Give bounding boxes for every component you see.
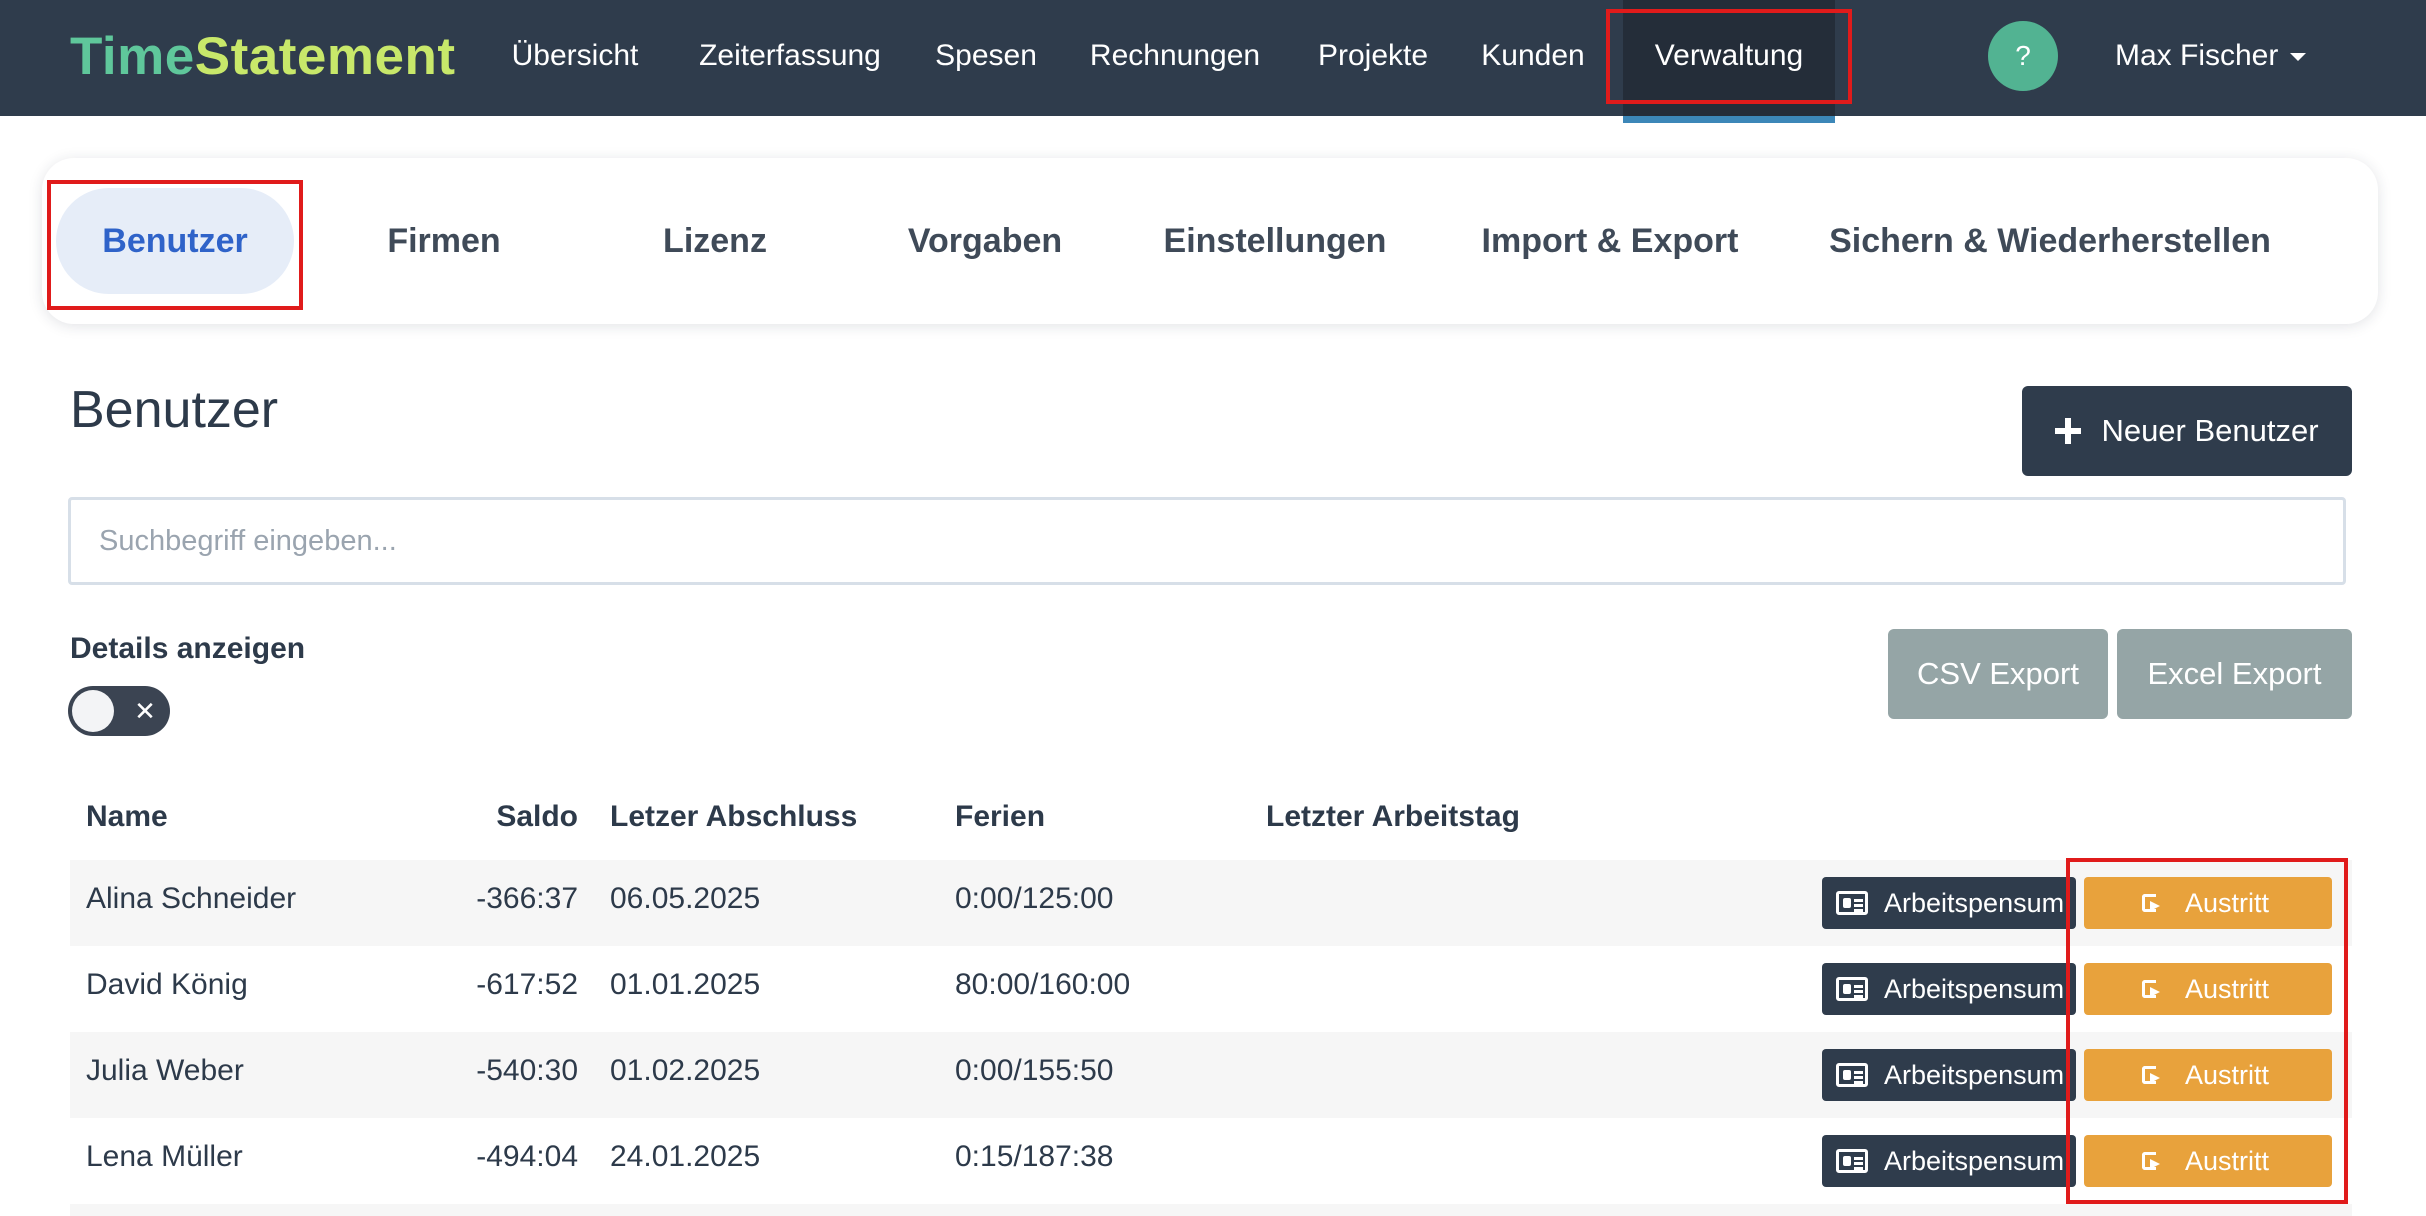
tab-import-export[interactable]: Import & Export: [1460, 188, 1760, 294]
tab-einstellungen[interactable]: Einstellungen: [1150, 188, 1400, 294]
cell-ferien: 0:00/125:00: [955, 882, 1114, 915]
cell-name: Julia Weber: [86, 1054, 244, 1087]
arbeitspensum-label: Arbeitspensum: [1884, 974, 2065, 1004]
top-navbar: TimeStatement Übersicht Zeiterfassung Sp…: [0, 0, 2426, 116]
highlight-box-verwaltung: [1606, 9, 1852, 104]
table-row: Lena Müller -494:04 24.01.2025 0:15/187:…: [70, 1118, 2352, 1204]
arbeitspensum-label: Arbeitspensum: [1884, 1060, 2065, 1090]
column-header-saldo: Saldo: [496, 800, 578, 833]
search-input[interactable]: [68, 497, 2346, 585]
new-user-button[interactable]: Neuer Benutzer: [2022, 386, 2352, 476]
logo-part-statement: Statement: [194, 27, 456, 86]
cell-ferien: 0:15/187:38: [955, 1140, 1114, 1173]
cell-abschluss: 24.01.2025: [610, 1140, 761, 1173]
close-icon: ✕: [134, 696, 156, 726]
excel-export-button[interactable]: Excel Export: [2117, 629, 2352, 719]
column-header-abschluss: Letzer Abschluss: [610, 800, 858, 833]
caret-down-icon: [2290, 53, 2307, 62]
new-user-label: Neuer Benutzer: [2101, 413, 2319, 448]
id-card-icon: [1836, 1063, 1868, 1087]
cell-saldo: -494:04: [476, 1140, 578, 1173]
id-card-icon: [1836, 977, 1868, 1001]
arbeitspensum-label: Arbeitspensum: [1884, 888, 2065, 918]
toggle-knob: [72, 690, 114, 732]
arbeitspensum-button[interactable]: Arbeitspensum: [1822, 963, 2076, 1015]
cell-ferien: 80:00/160:00: [955, 968, 1131, 1001]
details-toggle[interactable]: ✕: [68, 686, 170, 736]
table-row: Alina Schneider -366:37 06.05.2025 0:00/…: [70, 860, 2352, 946]
arbeitspensum-button[interactable]: Arbeitspensum: [1822, 877, 2076, 929]
table-row-partial: [70, 1204, 2352, 1216]
id-card-icon: [1836, 891, 1868, 915]
highlight-box-austritt-buttons: [2066, 858, 2348, 1204]
nav-item-rechnungen[interactable]: Rechnungen: [1075, 0, 1275, 116]
table-row: Julia Weber -540:30 01.02.2025 0:00/155:…: [70, 1032, 2352, 1118]
tab-sichern-wiederherstellen[interactable]: Sichern & Wiederherstellen: [1820, 188, 2280, 294]
nav-item-spesen[interactable]: Spesen: [925, 0, 1047, 116]
csv-export-button[interactable]: CSV Export: [1888, 629, 2108, 719]
cell-saldo: -617:52: [476, 968, 578, 1001]
nav-item-projekte[interactable]: Projekte: [1303, 0, 1443, 116]
user-name: Max Fischer: [2115, 39, 2279, 72]
tab-firmen[interactable]: Firmen: [354, 188, 534, 294]
cell-name: Lena Müller: [86, 1140, 243, 1173]
tab-lizenz[interactable]: Lizenz: [630, 188, 800, 294]
cell-abschluss: 06.05.2025: [610, 882, 761, 915]
cell-name: David König: [86, 968, 248, 1001]
cell-abschluss: 01.02.2025: [610, 1054, 761, 1087]
arbeitspensum-label: Arbeitspensum: [1884, 1146, 2065, 1176]
cell-saldo: -366:37: [476, 882, 578, 915]
arbeitspensum-button[interactable]: Arbeitspensum: [1822, 1135, 2076, 1187]
cell-saldo: -540:30: [476, 1054, 578, 1087]
details-toggle-label: Details anzeigen: [70, 632, 306, 665]
nav-item-zeiterfassung[interactable]: Zeiterfassung: [683, 0, 897, 116]
nav-item-kunden[interactable]: Kunden: [1471, 0, 1595, 116]
id-card-icon: [1836, 1149, 1868, 1173]
nav-item-uebersicht[interactable]: Übersicht: [495, 0, 655, 116]
arbeitspensum-button[interactable]: Arbeitspensum: [1822, 1049, 2076, 1101]
cell-ferien: 0:00/155:50: [955, 1054, 1114, 1087]
tab-vorgaben[interactable]: Vorgaben: [880, 188, 1090, 294]
table-row: David König -617:52 01.01.2025 80:00/160…: [70, 946, 2352, 1032]
plus-icon: [2055, 418, 2082, 444]
cell-name: Alina Schneider: [86, 882, 297, 915]
user-menu[interactable]: Max Fischer: [2115, 0, 2307, 116]
app-logo[interactable]: TimeStatement: [70, 26, 455, 87]
page-title: Benutzer: [70, 381, 279, 439]
help-button[interactable]: ?: [1988, 21, 2058, 91]
column-header-arbeitstag: Letzter Arbeitstag: [1266, 800, 1520, 833]
logo-part-time: Time: [70, 27, 195, 86]
column-header-ferien: Ferien: [955, 800, 1046, 833]
cell-abschluss: 01.01.2025: [610, 968, 761, 1001]
highlight-box-benutzer-tab: [47, 180, 303, 310]
column-header-name: Name: [86, 800, 168, 833]
active-nav-indicator: [1623, 116, 1835, 123]
